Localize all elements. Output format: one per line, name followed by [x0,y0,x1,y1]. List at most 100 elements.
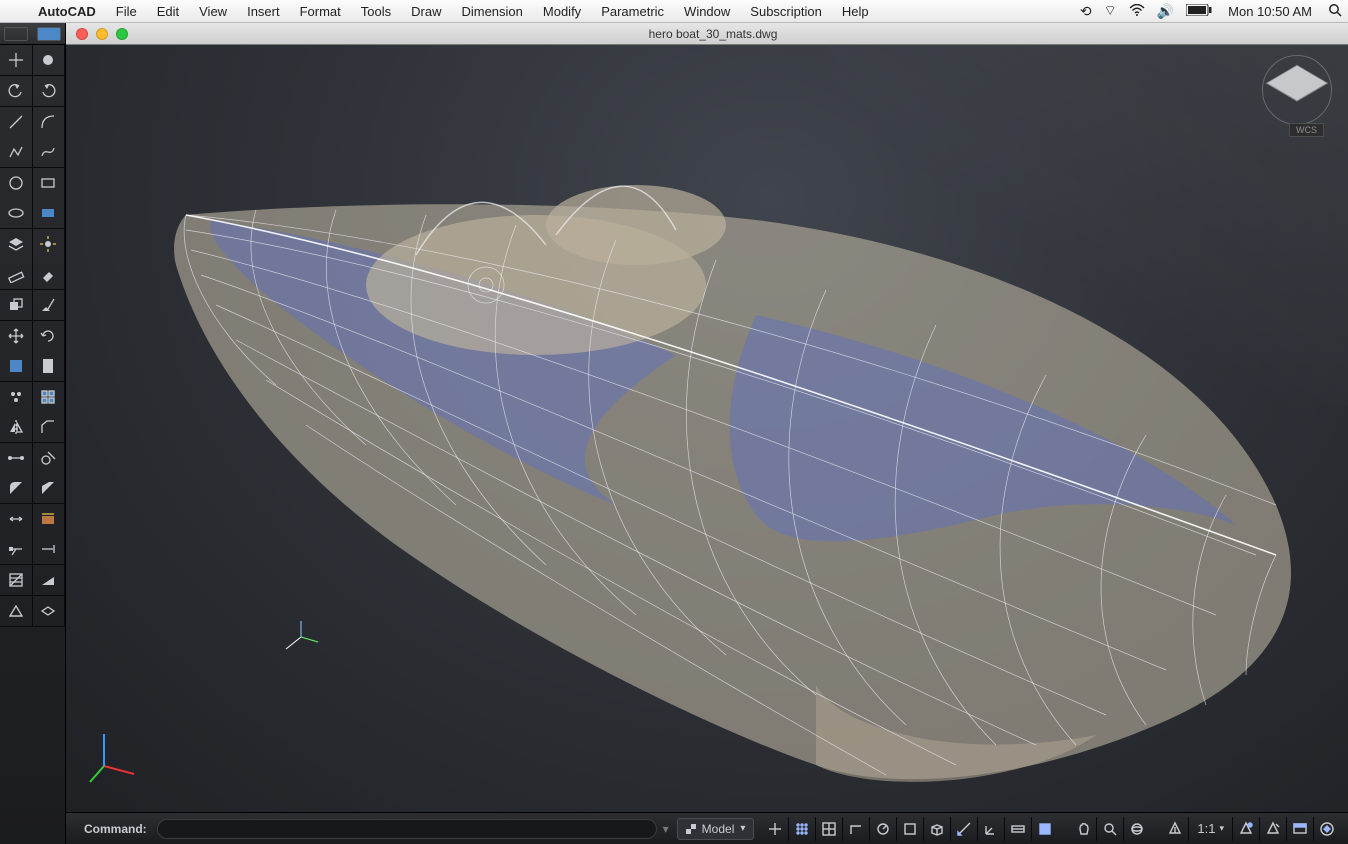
viewcube[interactable] [1268,61,1326,119]
status-pan-icon[interactable] [1070,817,1096,841]
tool-filled-rectangle[interactable] [33,198,66,228]
menu-view[interactable]: View [189,4,237,19]
tool-rotate[interactable] [33,321,66,351]
status-osnap-icon[interactable] [896,817,923,841]
close-window-button[interactable] [76,28,88,40]
menu-modify[interactable]: Modify [533,4,591,19]
minimize-window-button[interactable] [96,28,108,40]
menubar-clock[interactable]: Mon 10:50 AM [1218,4,1322,19]
menu-edit[interactable]: Edit [147,4,189,19]
tool-select[interactable] [0,351,33,381]
tool-layer-stack[interactable] [0,229,33,259]
tool-layer-edit[interactable] [33,504,66,534]
tool-spline[interactable] [33,137,66,167]
menu-tools[interactable]: Tools [351,4,401,19]
status-3dosnap-icon[interactable] [923,817,950,841]
status-hw-accel-icon[interactable] [1313,817,1340,841]
status-ducs-icon[interactable] [977,817,1004,841]
tool-eraser[interactable] [33,259,66,289]
status-infercons-icon[interactable] [762,817,788,841]
status-grid-dots-icon[interactable] [788,817,815,841]
status-ortho-icon[interactable] [842,817,869,841]
tool-circle[interactable] [0,168,33,198]
tool-ellipse[interactable] [0,198,33,228]
tool-extend[interactable] [33,534,66,564]
status-annoauto-icon[interactable] [1259,817,1286,841]
window-controls [66,28,138,40]
status-annoscale-icon[interactable] [1162,817,1188,841]
tool-chamfer-angle[interactable] [33,473,66,503]
status-polar-icon[interactable] [869,817,896,841]
chevron-down-icon: ▾ [1219,823,1224,834]
drawing-viewport[interactable]: WCS [66,45,1348,812]
status-annovis-icon[interactable] [1232,817,1259,841]
status-grid-icon[interactable] [815,817,842,841]
menu-help[interactable]: Help [832,4,879,19]
tool-paintbrush[interactable] [33,290,66,320]
wifi-status-icon[interactable] [1123,3,1151,19]
tool-copy-3d[interactable] [0,290,33,320]
menu-window[interactable]: Window [674,4,740,19]
chevron-down-icon: ▾ [740,823,745,834]
menu-file[interactable]: File [106,4,147,19]
menu-dimension[interactable]: Dimension [451,4,532,19]
status-scale-label: 1:1 [1197,821,1215,836]
tool-layer-iso[interactable] [33,596,66,626]
tool-layer-wedge[interactable] [33,565,66,595]
tool-move[interactable] [0,321,33,351]
battery-status-icon[interactable] [1180,3,1218,19]
status-scale-button[interactable]: 1:1 ▾ [1188,817,1232,841]
tool-chamfer[interactable] [33,412,66,442]
spotlight-icon[interactable] [1322,3,1348,20]
menu-format[interactable]: Format [290,4,351,19]
menu-parametric[interactable]: Parametric [591,4,674,19]
tool-fillet[interactable] [0,473,33,503]
space-label: Model [702,822,735,836]
status-workspace-icon[interactable] [1286,817,1313,841]
timemachine-status-icon[interactable]: ⟲ [1074,3,1098,20]
tool-grid-small[interactable] [33,382,66,412]
menu-insert[interactable]: Insert [237,4,290,19]
tool-section[interactable] [0,596,33,626]
zoom-window-button[interactable] [116,28,128,40]
tool-trim[interactable] [0,534,33,564]
tool-add-point[interactable] [33,45,66,75]
status-zoom-icon[interactable] [1096,817,1123,841]
tool-page[interactable] [33,351,66,381]
status-orbit-icon[interactable] [1123,817,1150,841]
menu-draw[interactable]: Draw [401,4,451,19]
tool-layer-sun[interactable] [33,229,66,259]
tool-arc[interactable] [33,107,66,137]
menu-subscription[interactable]: Subscription [740,4,832,19]
tool-rectangle[interactable] [33,168,66,198]
wcs-badge[interactable]: WCS [1289,123,1324,137]
command-label: Command: [66,822,157,836]
tool-tangent[interactable] [33,443,66,473]
document-title: hero boat_30_mats.dwg [138,27,1288,41]
tool-palette [0,23,66,844]
bluetooth-status-icon[interactable]: ⌔ [1098,2,1123,20]
tool-mirror[interactable] [0,412,33,442]
tool-redo[interactable] [33,76,66,106]
mac-menubar: AutoCAD File Edit View Insert Format Too… [0,0,1348,23]
status-lwt-icon[interactable] [1031,817,1058,841]
app-name[interactable]: AutoCAD [28,4,106,19]
tool-polyline[interactable] [0,137,33,167]
tool-dimension-arrows[interactable] [0,504,33,534]
ucs-icon [84,726,144,786]
status-otrack-icon[interactable] [950,817,977,841]
model-3d-boat [116,85,1316,805]
tool-line[interactable] [0,107,33,137]
space-switch-button[interactable]: Model ▾ [677,818,755,840]
tool-measure[interactable] [0,259,33,289]
tool-undo[interactable] [0,76,33,106]
volume-status-icon[interactable]: 🔊 [1151,3,1180,20]
document-titlebar: hero boat_30_mats.dwg [66,23,1348,45]
tool-palette-header[interactable] [0,23,65,45]
tool-hatch[interactable] [0,565,33,595]
tool-endpoint[interactable] [0,443,33,473]
tool-group[interactable] [0,382,33,412]
status-dyn-icon[interactable] [1004,817,1031,841]
tool-point[interactable] [0,45,33,75]
command-input[interactable] [157,819,657,839]
